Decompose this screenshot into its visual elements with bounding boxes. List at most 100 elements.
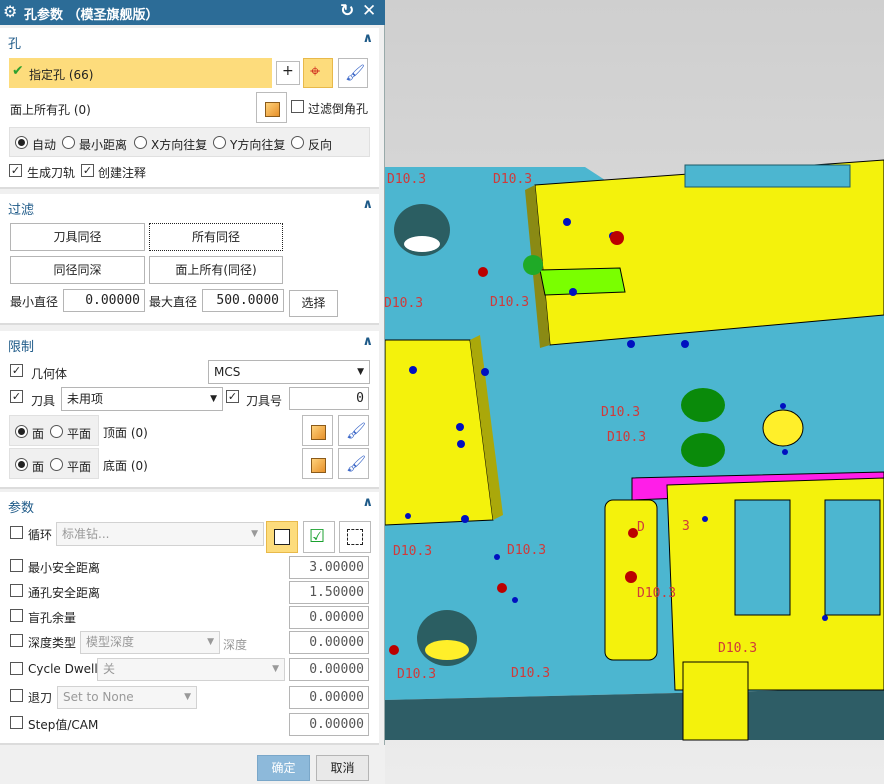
depth-type-checkbox[interactable]: [10, 634, 23, 647]
top-plane-label: 平面: [67, 427, 92, 441]
section-hole: 孔 ∧ ✔ 指定孔 (66) + ⌖ 🖌 面上所有孔 (0) 过滤倒角孔 自动 最…: [0, 28, 379, 189]
min-safe-checkbox[interactable]: [10, 559, 23, 572]
point-select-button[interactable]: ⌖: [303, 58, 333, 88]
bottom-plane-radio[interactable]: [50, 458, 63, 471]
face-all-same-dia-button[interactable]: 面上所有(同径): [149, 256, 283, 284]
add-point-icon: +: [282, 63, 294, 79]
top-face-clear-button[interactable]: 🖌: [338, 415, 369, 446]
cycle-dotted-button[interactable]: [339, 521, 371, 553]
max-dia-label: 最大直径: [149, 295, 198, 309]
top-face-select-button[interactable]: [302, 415, 333, 446]
step-input[interactable]: 0.00000: [289, 713, 369, 736]
cycle-confirm-button[interactable]: ☑: [303, 521, 335, 553]
retract-select-value: Set to None: [63, 690, 134, 704]
blind-allow-checkbox[interactable]: [10, 609, 23, 622]
hole-label: D10.3: [490, 295, 530, 310]
top-face-radio[interactable]: [15, 425, 28, 438]
cancel-button[interactable]: 取消: [316, 755, 369, 781]
through-safe-label: 通孔安全距离: [28, 586, 101, 600]
geometry-select[interactable]: MCS ▼: [208, 360, 370, 384]
hole-label: D10.3: [718, 641, 758, 656]
retract-select[interactable]: Set to None ▼: [57, 686, 197, 709]
geometry-label: 几何体: [31, 367, 68, 381]
cycle-edit-button[interactable]: [266, 521, 298, 553]
order-y-zigzag-radio[interactable]: [213, 136, 226, 149]
bottom-face-select-button[interactable]: [302, 448, 333, 479]
section-filter: 过滤 ∧ 刀具同径 所有同径 同径同深 面上所有(同径) 最小直径 0.00000…: [0, 194, 379, 325]
hole-label: D10.3: [384, 296, 424, 311]
hole-label: D10.3: [397, 667, 437, 682]
bottom-plane-label: 平面: [67, 460, 92, 474]
top-face-label: 面: [32, 427, 45, 441]
order-x-zigzag-radio[interactable]: [134, 136, 147, 149]
step-checkbox[interactable]: [10, 716, 23, 729]
filter-chamfer-label: 过滤倒角孔: [308, 102, 369, 116]
bottom-face-label: 面: [32, 460, 45, 474]
reset-icon[interactable]: ↻: [340, 1, 354, 21]
blind-allow-input[interactable]: 0.00000: [289, 606, 369, 629]
hole-label: D: [637, 520, 645, 535]
through-safe-input[interactable]: 1.50000: [289, 581, 369, 604]
retract-checkbox[interactable]: [10, 689, 23, 702]
cycle-select[interactable]: 标准钻... ▼: [56, 522, 264, 546]
ok-button[interactable]: 确定: [257, 755, 310, 781]
collapse-icon[interactable]: ∧: [362, 495, 373, 510]
select-button[interactable]: 选择: [289, 290, 338, 317]
cycle-checkbox[interactable]: [10, 526, 23, 539]
hole-label: D10.3: [507, 543, 547, 558]
order-reverse-radio[interactable]: [291, 136, 304, 149]
cad-viewport[interactable]: D10.3 D10.3 D10.3 D10.3 D10.3 D10.3 D10.…: [384, 0, 884, 784]
brush-icon: 🖌: [345, 63, 366, 82]
section-params-title: 参数: [8, 501, 35, 516]
collapse-icon[interactable]: ∧: [362, 197, 373, 212]
section-filter-title: 过滤: [8, 203, 35, 218]
hole-label: D10.3: [601, 405, 641, 420]
retract-input[interactable]: 0.00000: [289, 686, 369, 709]
tool-select[interactable]: 未用项 ▼: [61, 387, 223, 411]
section-limit-header[interactable]: 限制 ∧: [0, 331, 379, 357]
cycle-dwell-select[interactable]: 关 ▼: [97, 658, 285, 681]
create-note-checkbox[interactable]: ✓: [81, 164, 94, 177]
cube-icon: [263, 99, 281, 117]
section-params-header[interactable]: 参数 ∧: [0, 492, 379, 518]
all-same-dia-button[interactable]: 所有同径: [149, 223, 283, 251]
collapse-icon[interactable]: ∧: [362, 334, 373, 349]
order-auto-radio[interactable]: [15, 136, 28, 149]
tool-no-input[interactable]: 0: [289, 387, 369, 410]
cad-model: [385, 159, 884, 741]
bottom-face-clear-button[interactable]: 🖌: [338, 448, 369, 479]
geometry-checkbox[interactable]: ✓: [10, 364, 23, 377]
tool-same-dia-button[interactable]: 刀具同径: [10, 223, 145, 251]
cycle-dwell-checkbox[interactable]: [10, 662, 23, 675]
all-face-holes-label: 面上所有孔 (0): [10, 103, 91, 117]
tool-checkbox[interactable]: ✓: [10, 390, 23, 403]
depth-input[interactable]: 0.00000: [289, 631, 369, 654]
chevron-down-icon: ▼: [210, 394, 217, 404]
through-safe-checkbox[interactable]: [10, 584, 23, 597]
max-dia-input[interactable]: 500.0000: [202, 289, 284, 312]
add-hole-button[interactable]: +: [276, 61, 300, 85]
cycle-dwell-select-value: 关: [103, 662, 116, 676]
gen-toolpath-checkbox[interactable]: ✓: [9, 164, 22, 177]
specify-hole-row[interactable]: ✔ 指定孔 (66): [9, 58, 272, 88]
close-icon[interactable]: ✕: [362, 1, 376, 21]
step-label: Step值/CAM: [28, 718, 99, 732]
order-group: 自动 最小距离 X方向往复 Y方向往复 反向: [9, 127, 370, 157]
clear-selection-button[interactable]: 🖌: [338, 58, 368, 88]
depth-type-select[interactable]: 模型深度 ▼: [80, 631, 220, 654]
min-safe-input[interactable]: 3.00000: [289, 556, 369, 579]
hole-label: D10.3: [393, 544, 433, 559]
same-dia-depth-button[interactable]: 同径同深: [10, 256, 145, 284]
cycle-dwell-input[interactable]: 0.00000: [289, 658, 369, 681]
tool-no-checkbox[interactable]: ✓: [226, 390, 239, 403]
top-plane-radio[interactable]: [50, 425, 63, 438]
bottom-face-radio[interactable]: [15, 458, 28, 471]
collapse-icon[interactable]: ∧: [362, 31, 373, 46]
section-hole-header[interactable]: 孔 ∧: [0, 28, 379, 54]
face-select-button[interactable]: [256, 92, 287, 123]
order-min-dist-radio[interactable]: [62, 136, 75, 149]
hole-label: D10.3: [511, 666, 551, 681]
filter-chamfer-checkbox[interactable]: [291, 100, 304, 113]
min-dia-input[interactable]: 0.00000: [63, 289, 145, 312]
section-filter-header[interactable]: 过滤 ∧: [0, 194, 379, 220]
